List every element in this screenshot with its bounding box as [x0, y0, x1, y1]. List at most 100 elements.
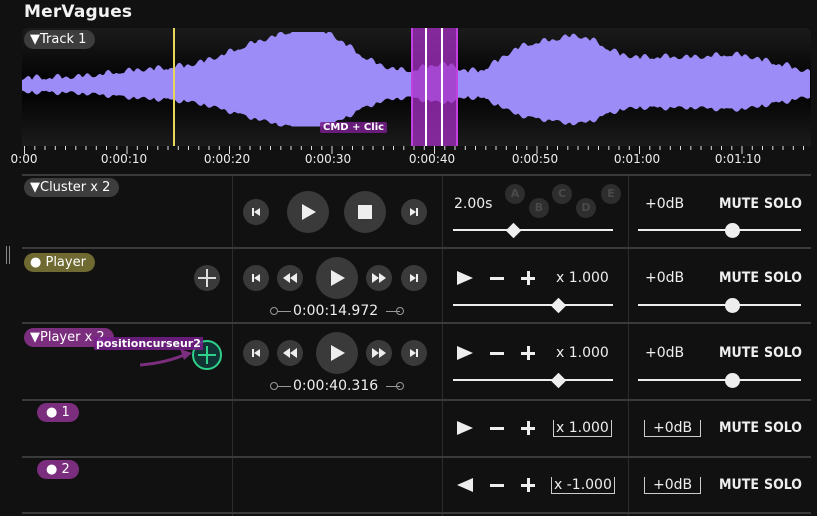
ruler-tick: [167, 146, 169, 150]
ruler-tick: [403, 146, 405, 150]
skip-back-button[interactable]: [243, 199, 269, 225]
position-end-knob[interactable]: [396, 307, 404, 315]
sub-player-2-toggle[interactable]: ● 2: [37, 460, 79, 479]
loop-selection[interactable]: [411, 28, 456, 146]
position-end-knob[interactable]: [396, 382, 404, 390]
ruler-tick: [106, 146, 107, 150]
cluster-variant-c[interactable]: C: [552, 184, 572, 204]
speed-increase-button[interactable]: [521, 478, 535, 492]
player-position[interactable]: 0:00:14.972: [293, 303, 378, 319]
slider-knob[interactable]: [725, 222, 741, 238]
ruler-tick: [54, 146, 56, 150]
sub-player-2-speed-field[interactable]: x -1.000: [551, 477, 615, 494]
sub-player-1-mute-button[interactable]: MUTE: [719, 420, 759, 436]
skip-back-button[interactable]: [243, 265, 269, 291]
sub-player-2-mute-button[interactable]: MUTE: [719, 477, 759, 493]
speed-increase-button[interactable]: [521, 346, 535, 360]
playhead[interactable]: [173, 28, 175, 146]
sub-player-1-solo-button[interactable]: SOLO: [764, 420, 802, 436]
speed-increase-button[interactable]: [521, 271, 535, 285]
direction-forward-button[interactable]: [457, 421, 473, 435]
sub-player-1-gain-field[interactable]: +0dB: [644, 420, 702, 437]
cluster-gain-slider[interactable]: [638, 229, 801, 231]
slider-knob[interactable]: [725, 372, 741, 388]
slider-knob[interactable]: [550, 297, 567, 313]
player-solo-button[interactable]: SOLO: [764, 270, 802, 286]
crosshair-button[interactable]: [194, 265, 220, 291]
column-divider: [232, 176, 233, 516]
skip-forward-button[interactable]: [401, 199, 427, 225]
skip-forward-button[interactable]: [401, 340, 427, 366]
rewind-button[interactable]: [277, 265, 303, 291]
slider-knob[interactable]: [725, 297, 741, 313]
fast-forward-button[interactable]: [366, 265, 392, 291]
ruler-tick: [65, 146, 66, 150]
stop-icon: [358, 205, 372, 219]
panel-resize-grip[interactable]: [6, 246, 12, 264]
sub-player-1-speed-field[interactable]: x 1.000: [553, 420, 612, 437]
ruler-tick: [628, 146, 630, 150]
player-group-position[interactable]: 0:00:40.316: [293, 378, 378, 394]
slider-knob[interactable]: [506, 222, 522, 238]
skip-back-button[interactable]: [243, 340, 269, 366]
rewind-button[interactable]: [277, 340, 303, 366]
cluster-variant-d[interactable]: D: [576, 198, 596, 218]
direction-forward-button[interactable]: [457, 271, 473, 285]
player-group-speed-slider[interactable]: [453, 379, 613, 381]
player-toggle[interactable]: ● Player: [24, 253, 95, 272]
stop-button[interactable]: [344, 191, 386, 233]
fast-forward-button[interactable]: [366, 340, 392, 366]
ruler-tick: [485, 146, 487, 150]
cluster-solo-button[interactable]: SOLO: [764, 196, 802, 212]
ruler-tick: [372, 146, 374, 150]
skip-back-icon: [252, 274, 260, 282]
player-group-gain-slider[interactable]: [638, 379, 801, 381]
player-speed-slider[interactable]: [453, 304, 613, 306]
cluster-mute-button[interactable]: MUTE: [719, 196, 759, 212]
sub-player-1-toggle[interactable]: ● 1: [37, 403, 79, 422]
cluster-duration-slider[interactable]: [453, 229, 613, 231]
column-divider: [442, 176, 443, 516]
player-group-solo-button[interactable]: SOLO: [764, 345, 802, 361]
ruler-tick: [475, 146, 476, 150]
player-mute-button[interactable]: MUTE: [719, 270, 759, 286]
track-collapse-toggle[interactable]: ▼Track 1: [24, 30, 96, 49]
ruler-tick: [659, 146, 661, 150]
play-button[interactable]: [316, 257, 358, 299]
direction-forward-button[interactable]: [457, 346, 473, 360]
selection-marker[interactable]: [441, 28, 443, 146]
ruler-tick: [136, 146, 138, 150]
timeline-ruler[interactable]: 0:00 0:00:10 0:00:20 0:00:30 0:00:40 0:0…: [11, 146, 811, 174]
ruler-tick: [44, 146, 46, 150]
waveform[interactable]: [22, 28, 811, 146]
selection-marker[interactable]: [411, 28, 413, 146]
tick-label: 0:01:10: [714, 152, 762, 166]
speed-decrease-button[interactable]: [490, 352, 504, 355]
cluster-collapse-toggle[interactable]: ▼Cluster x 2: [24, 178, 120, 197]
skip-forward-button[interactable]: [401, 265, 427, 291]
cluster-variant-e[interactable]: E: [601, 184, 621, 204]
ruler-tick: [721, 146, 722, 150]
slider-knob[interactable]: [550, 372, 567, 388]
player-gain-slider[interactable]: [638, 304, 801, 306]
player-group-mute-button[interactable]: MUTE: [719, 345, 759, 361]
track-waveform-area[interactable]: ▼Track 1 CMD + Clic: [22, 28, 811, 146]
cluster-variant-a[interactable]: A: [505, 184, 525, 204]
speed-increase-button[interactable]: [521, 421, 535, 435]
ruler-tick: [321, 146, 323, 150]
tick-label: 0:00:20: [203, 152, 251, 166]
direction-reverse-button[interactable]: [457, 478, 473, 492]
cluster-variant-b[interactable]: B: [529, 198, 549, 218]
sub-player-2-solo-button[interactable]: SOLO: [764, 477, 802, 493]
speed-decrease-button[interactable]: [490, 277, 504, 280]
speed-decrease-button[interactable]: [490, 484, 504, 487]
speed-decrease-button[interactable]: [490, 427, 504, 430]
selection-marker[interactable]: [425, 28, 427, 146]
rewind-icon: [283, 273, 297, 283]
ruler-tick: [198, 146, 200, 150]
selection-marker[interactable]: [456, 28, 458, 146]
position-line: [277, 386, 291, 387]
play-button[interactable]: [287, 191, 329, 233]
sub-player-2-gain-field[interactable]: +0dB: [644, 477, 702, 494]
play-button[interactable]: [316, 332, 358, 374]
